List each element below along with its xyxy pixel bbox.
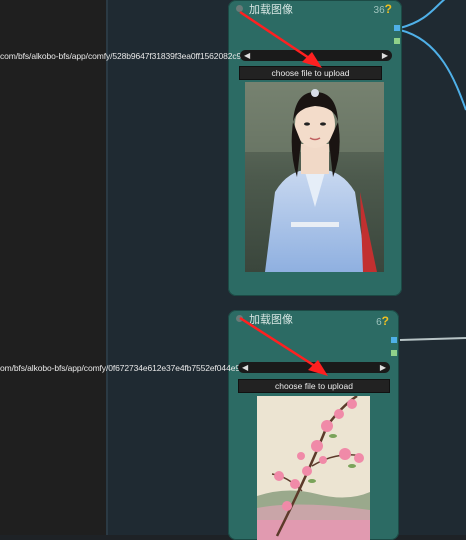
image-combo-widget-1[interactable]: ◀ ▶ [240, 50, 392, 61]
output-slot-mask[interactable] [391, 350, 397, 356]
combo-right-arrow-icon[interactable]: ▶ [380, 363, 386, 372]
canvas-left-panel [0, 0, 108, 535]
node-badge: 6? [376, 314, 389, 328]
image-preview [257, 396, 370, 540]
output-slot-image[interactable] [394, 25, 400, 31]
output-slot-mask[interactable] [394, 38, 400, 44]
peach-blossom-image [257, 396, 370, 540]
choose-file-button[interactable]: choose file to upload [238, 379, 390, 393]
collapse-dot-icon[interactable] [236, 315, 243, 322]
image-preview [245, 82, 384, 272]
load-image-node-1[interactable]: 加载图像 36? choose file to upload [228, 0, 402, 296]
portrait-image [245, 82, 384, 272]
combo-right-arrow-icon[interactable]: ▶ [382, 51, 388, 60]
node-title: 加载图像 [249, 3, 293, 16]
node-badge-number: 36 [373, 5, 385, 16]
output-slot-image[interactable] [391, 337, 397, 343]
help-icon[interactable]: ? [385, 2, 392, 16]
image-combo-widget-2[interactable]: ◀ ▶ [238, 362, 390, 373]
help-icon[interactable]: ? [382, 314, 389, 328]
combo-left-arrow-icon[interactable]: ◀ [244, 51, 250, 60]
load-image-node-2[interactable]: 加载图像 6? choose file to upload [228, 310, 399, 540]
combo-left-arrow-icon[interactable]: ◀ [242, 363, 248, 372]
node-title: 加载图像 [249, 313, 293, 326]
choose-file-button[interactable]: choose file to upload [239, 66, 382, 80]
collapse-dot-icon[interactable] [236, 5, 243, 12]
node-badge: 36? [374, 2, 392, 16]
node-header[interactable]: 加载图像 [228, 310, 399, 327]
